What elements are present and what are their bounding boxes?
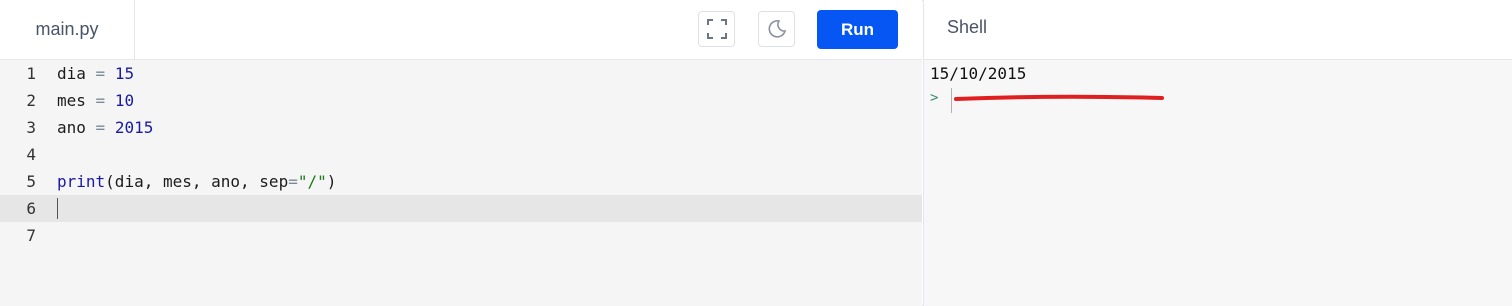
shell-output: 15/10/2015 [930, 64, 1027, 83]
red-annotation-underline [954, 94, 1164, 101]
line-number: 4 [26, 145, 36, 164]
shell-cursor [951, 88, 952, 113]
code-text: dia = 15 [57, 64, 135, 83]
code-text: ano = 2015 [57, 118, 154, 137]
code-line[interactable]: 7 [0, 222, 922, 249]
run-button[interactable]: Run [817, 10, 898, 49]
text-cursor [57, 198, 58, 219]
shell-header: Shell [923, 0, 1512, 60]
code-line[interactable]: 2 mes = 10 [0, 87, 922, 114]
code-line[interactable]: 3 ano = 2015 [0, 114, 922, 141]
line-number: 2 [26, 91, 36, 110]
line-number: 6 [26, 199, 36, 218]
fullscreen-icon [706, 19, 727, 39]
code-line[interactable]: 1 dia = 15 [0, 60, 922, 87]
editor-header: main.py Run [0, 0, 922, 60]
line-number: 7 [26, 226, 36, 245]
code-text: print(dia, mes, ano, sep="/") [57, 172, 337, 191]
code-line[interactable]: 4 [0, 141, 922, 168]
line-number: 5 [26, 172, 36, 191]
code-text: mes = 10 [57, 91, 135, 110]
shell-panel[interactable]: 15/10/2015 > [923, 60, 1512, 306]
moon-icon [768, 20, 786, 38]
code-editor[interactable]: 1 dia = 15 2 mes = 10 3 ano = 2015 4 5 print(dia… [0, 60, 922, 306]
theme-toggle-button[interactable] [758, 11, 795, 47]
fullscreen-button[interactable] [698, 11, 735, 47]
file-tab[interactable]: main.py [0, 0, 135, 59]
line-number: 1 [26, 64, 36, 83]
line-number: 3 [26, 118, 36, 137]
shell-title: Shell [947, 17, 988, 37]
code-line[interactable]: 5 print(dia, mes, ano, sep="/") [0, 168, 922, 195]
code-line[interactable]: 6 [0, 195, 922, 222]
shell-prompt: > [930, 90, 939, 106]
